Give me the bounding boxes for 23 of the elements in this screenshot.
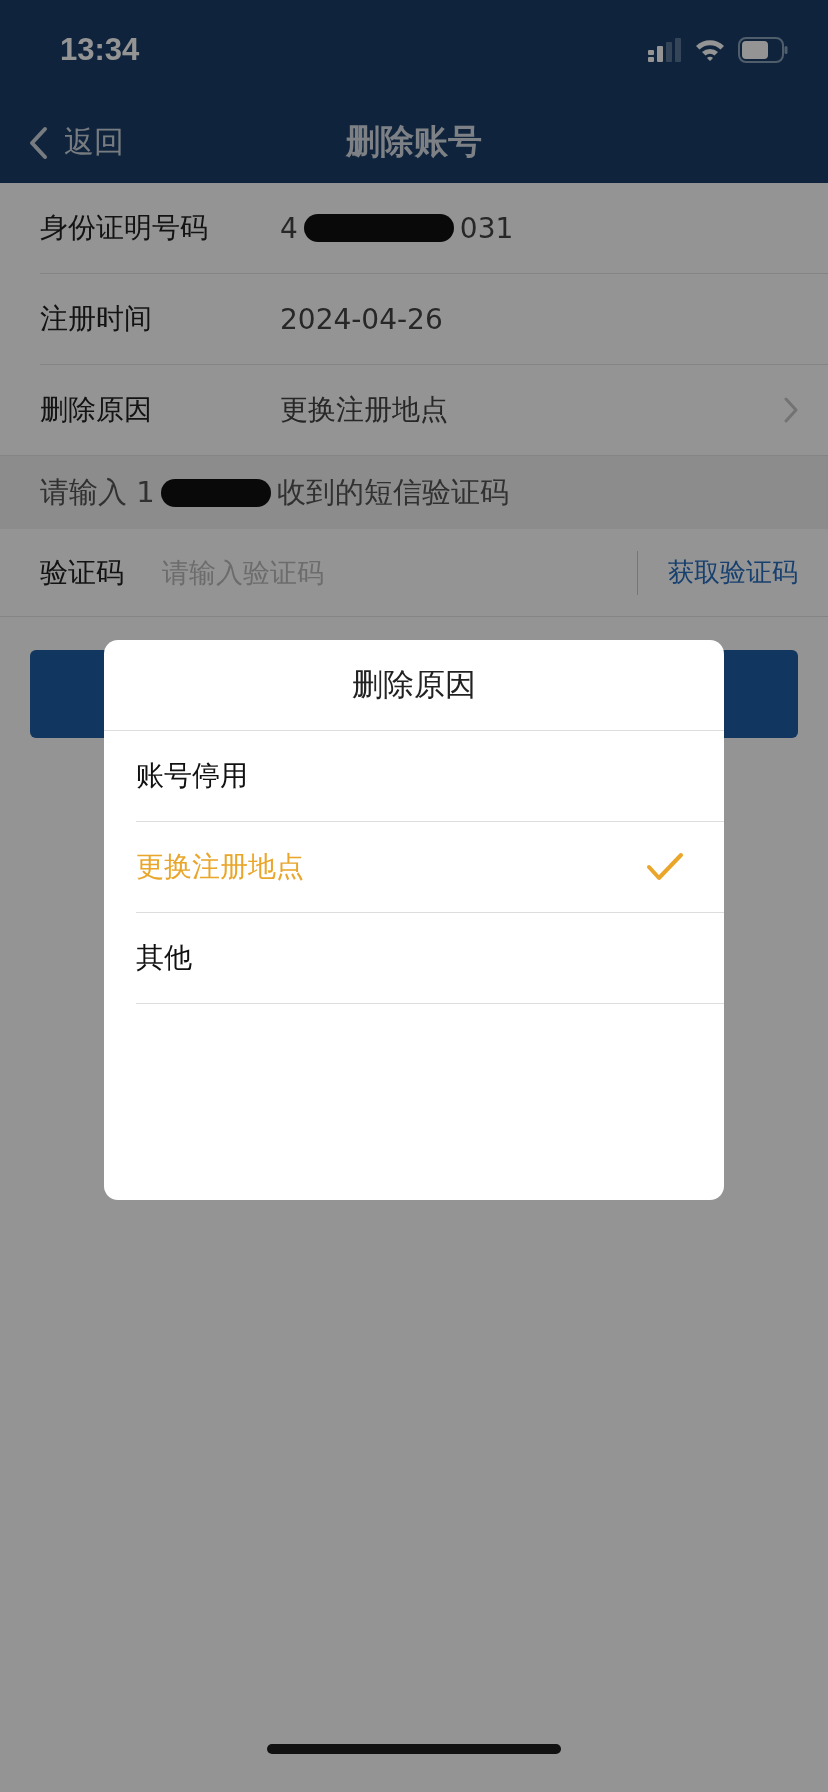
row-value[interactable]: 更换注册地点	[280, 391, 784, 429]
wifi-icon	[694, 38, 726, 62]
row-value: 031	[459, 211, 514, 245]
row-value: 4	[280, 211, 298, 245]
dialog-title: 删除原因	[104, 640, 724, 731]
chevron-right-icon	[784, 397, 798, 423]
row-label: 删除原因	[40, 392, 153, 428]
checkmark-icon	[646, 852, 684, 882]
field-label: 验证码	[40, 554, 125, 591]
get-code-link[interactable]: 获取验证码	[668, 555, 798, 590]
sms-hint: 请输入 1	[40, 473, 155, 511]
row-label: 注册时间	[40, 301, 153, 337]
option-item[interactable]: 其他	[136, 913, 724, 1004]
row-label: 身份证明号码	[40, 210, 209, 246]
option-item[interactable]: 账号停用	[136, 731, 724, 822]
page-title: 删除账号	[346, 119, 482, 163]
battery-icon	[738, 37, 788, 63]
sms-hint: 收到的短信验证码	[276, 473, 509, 511]
row-value: 2024-04-26	[280, 302, 443, 336]
back-button[interactable]: 返回	[24, 118, 128, 167]
signal-icon	[648, 38, 682, 62]
status-time: 13:34	[60, 32, 140, 68]
chevron-left-icon	[28, 125, 48, 160]
